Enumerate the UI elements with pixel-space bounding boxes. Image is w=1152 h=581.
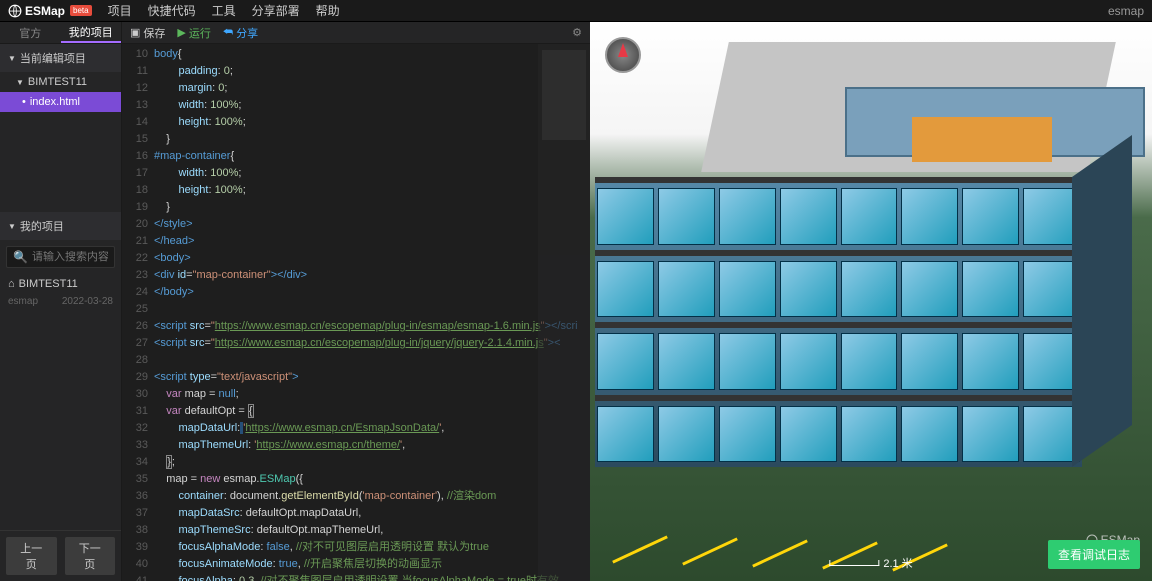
code-area[interactable]: body{ padding: 0; margin: 0; width: 100%… [154, 44, 590, 581]
project-date: 2022-03-28 [62, 296, 113, 307]
gear-icon[interactable]: ⚙ [572, 26, 582, 39]
tab-mine[interactable]: 我的项目 [61, 22, 122, 43]
brand-name: ESMap [25, 4, 65, 18]
building-patio [912, 117, 1052, 162]
scale-label: 2.1 米 [883, 555, 912, 571]
map-canvas[interactable]: 2.1 米 ESMap 查看调试日志 [590, 22, 1152, 581]
project-item[interactable]: ⌂ BIMTEST11 [0, 274, 121, 294]
share-label: 分享 [236, 25, 258, 41]
bullet-icon: • [22, 96, 26, 108]
compass[interactable] [605, 37, 641, 73]
project-item-name: BIMTEST11 [19, 278, 78, 290]
run-label: 运行 [189, 25, 211, 41]
search-icon: 🔍 [13, 250, 28, 264]
tree-file-label: index.html [30, 96, 80, 108]
brand-beta: beta [70, 5, 92, 16]
menu-deploy[interactable]: 分享部署 [244, 2, 308, 19]
tree-project[interactable]: ▼ BIMTEST11 [0, 72, 121, 92]
section-editing-label: 当前编辑项目 [20, 50, 86, 66]
scale-line [829, 560, 879, 566]
caret-down-icon: ▼ [8, 222, 16, 231]
next-button[interactable]: 下一页 [65, 537, 116, 575]
save-icon: ▣ [130, 26, 140, 39]
section-myproject[interactable]: ▼ 我的项目 [0, 212, 121, 240]
building [595, 42, 1132, 472]
share-icon: ⮪ [223, 26, 233, 39]
tree-project-label: BIMTEST11 [28, 76, 87, 88]
minimap[interactable] [538, 44, 590, 581]
run-button[interactable]: ▶ 运行 [177, 25, 210, 41]
sidebar: 官方 我的项目 ▼ 当前编辑项目 ▼ BIMTEST11 • index.html ▼… [0, 22, 122, 581]
user-label[interactable]: esmap [1108, 4, 1144, 18]
save-label: 保存 [143, 25, 165, 41]
side-tabs: 官方 我的项目 [0, 22, 121, 44]
building-side [1072, 135, 1132, 467]
line-gutter: 1011121314151617181920212223242526272829… [122, 44, 154, 581]
project-meta: esmap 2022-03-28 [0, 294, 121, 313]
scale-bar: 2.1 米 [829, 555, 912, 571]
log-button[interactable]: 查看调试日志 [1048, 540, 1140, 569]
topbar: ESMap beta 项目 快捷代码 工具 分享部署 帮助 esmap [0, 0, 1152, 22]
menu-help[interactable]: 帮助 [308, 2, 348, 19]
caret-down-icon: ▼ [16, 78, 24, 87]
menu-snippet[interactable]: 快捷代码 [140, 2, 204, 19]
project-owner: esmap [8, 296, 38, 307]
globe-icon [8, 4, 22, 18]
home-icon: ⌂ [8, 278, 15, 290]
caret-down-icon: ▼ [8, 54, 16, 63]
tab-official[interactable]: 官方 [0, 22, 61, 43]
share-button[interactable]: ⮪分享 [223, 25, 258, 41]
menu-tools[interactable]: 工具 [204, 2, 244, 19]
play-icon: ▶ [177, 26, 185, 39]
editor-body[interactable]: 1011121314151617181920212223242526272829… [122, 44, 590, 581]
editor-toolbar: ▣保存 ▶ 运行 ⮪分享 ⚙ [122, 22, 590, 44]
main: 官方 我的项目 ▼ 当前编辑项目 ▼ BIMTEST11 • index.html ▼… [0, 22, 1152, 581]
topmenu: 项目 快捷代码 工具 分享部署 帮助 [100, 2, 348, 19]
prev-button[interactable]: 上一页 [6, 537, 57, 575]
search-box[interactable]: 🔍 [6, 246, 115, 268]
minimap-viewport[interactable] [542, 50, 586, 140]
brand-logo[interactable]: ESMap beta [8, 4, 92, 18]
section-myproject-label: 我的项目 [20, 218, 64, 234]
section-editing[interactable]: ▼ 当前编辑项目 [0, 44, 121, 72]
preview-pane: 2.1 米 ESMap 查看调试日志 [590, 22, 1152, 581]
editor-pane: ▣保存 ▶ 运行 ⮪分享 ⚙ 10111213141516171819202122… [122, 22, 590, 581]
tree-file[interactable]: • index.html [0, 92, 121, 112]
search-input[interactable] [32, 251, 108, 263]
save-button[interactable]: ▣保存 [130, 25, 165, 41]
menu-project[interactable]: 项目 [100, 2, 140, 19]
pager: 上一页 下一页 [0, 530, 121, 581]
building-front [595, 177, 1082, 467]
